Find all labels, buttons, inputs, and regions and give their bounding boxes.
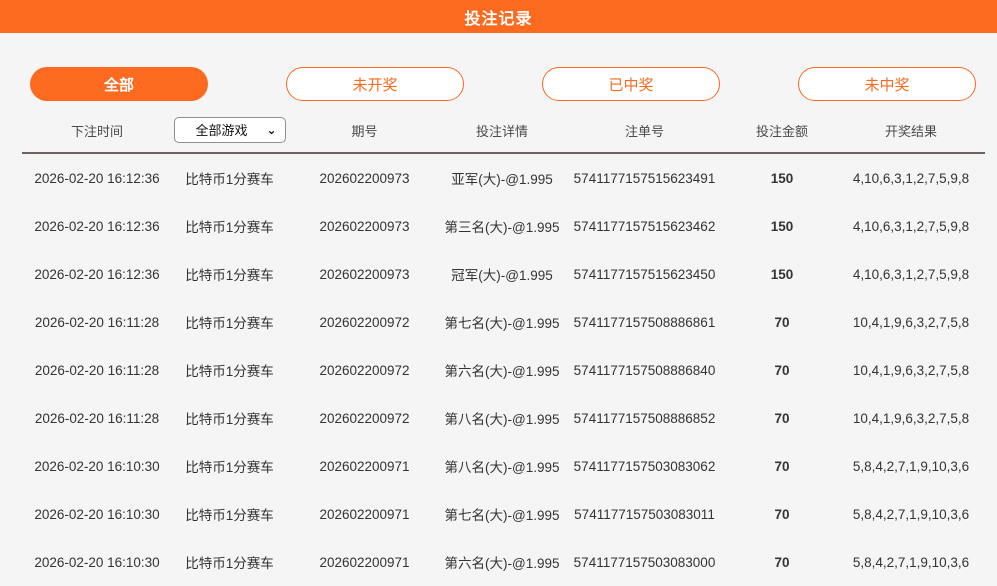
title-bar: 投注记录 [0,0,997,33]
cell-time: 2026-02-20 16:12:36 [34,266,160,282]
cell-time: 2026-02-20 16:12:36 [34,170,160,186]
cell-time: 2026-02-20 16:10:30 [34,506,160,522]
cell-period: 202602200971 [319,506,410,522]
cell-amount: 150 [770,170,794,186]
cell-game: 比特币1分赛车 [185,412,274,427]
filter-button-row: 全部 未开奖 已中奖 未中奖 [0,33,997,101]
column-header-amount: 投注金额 [727,111,837,154]
cell-period: 202602200973 [319,218,410,234]
cell-game: 比特币1分赛车 [185,364,274,379]
table-row: 2026-02-20 16:11:28 比特币1分赛车 202602200972… [22,298,985,346]
filter-won-button[interactable]: 已中奖 [542,67,720,101]
cell-order: 5741177157503083011 [574,506,715,522]
cell-result: 4,10,6,3,1,2,7,5,9,8 [852,266,970,282]
cell-game: 比特币1分赛车 [185,220,274,235]
cell-period: 202602200972 [319,314,410,330]
cell-detail: 第七名(大)-@1.995 [444,316,560,331]
cell-period: 202602200973 [319,266,410,282]
cell-result: 10,4,1,9,6,3,2,7,5,8 [852,362,970,378]
filter-undrawn-button[interactable]: 未开奖 [286,67,464,101]
table-row: 2026-02-20 16:10:30 比特币1分赛车 202602200971… [22,442,985,490]
cell-amount: 70 [774,458,790,474]
cell-detail: 第八名(大)-@1.995 [444,412,560,427]
table-row: 2026-02-20 16:11:28 比特币1分赛车 202602200972… [22,394,985,442]
cell-order: 5741177157503083000 [573,554,716,570]
cell-period: 202602200973 [319,170,410,186]
cell-time: 2026-02-20 16:11:28 [34,362,160,378]
cell-amount: 70 [774,506,790,522]
cell-time: 2026-02-20 16:12:36 [34,218,160,234]
cell-order: 5741177157515623462 [573,218,716,234]
column-header-order: 注单号 [562,111,727,154]
cell-amount: 70 [774,314,790,330]
bet-records-table: 下注时间 全部游戏 ⌄ 期号 投注详情 注单号 投注金额 开奖结果 2026-0… [22,111,985,586]
game-filter-select[interactable]: 全部游戏 [173,117,286,143]
filter-all-button[interactable]: 全部 [30,67,208,101]
cell-amount: 150 [770,218,794,234]
table-row: 2026-02-20 16:12:36 比特币1分赛车 202602200973… [22,153,985,202]
cell-order: 5741177157515623491 [573,170,716,186]
page-title: 投注记录 [464,10,533,28]
cell-order: 5741177157508886852 [573,410,716,426]
cell-game: 比特币1分赛车 [185,508,274,523]
cell-result: 4,10,6,3,1,2,7,5,9,8 [852,170,970,186]
cell-order: 5741177157508886840 [573,362,716,378]
column-header-result: 开奖结果 [837,111,985,154]
column-header-game: 全部游戏 ⌄ [172,111,287,154]
cell-amount: 70 [774,554,790,570]
cell-detail: 冠军(大)-@1.995 [451,268,553,283]
table-row: 2026-02-20 16:10:30 比特币1分赛车 202602200971… [22,490,985,538]
cell-detail: 第三名(大)-@1.995 [444,220,560,235]
cell-period: 202602200972 [319,362,410,378]
cell-period: 202602200971 [319,458,410,474]
cell-result: 10,4,1,9,6,3,2,7,5,8 [852,410,970,426]
table-header-row: 下注时间 全部游戏 ⌄ 期号 投注详情 注单号 投注金额 开奖结果 [22,111,985,154]
cell-game: 比特币1分赛车 [185,556,274,571]
column-header-time: 下注时间 [22,111,172,154]
cell-result: 4,10,6,3,1,2,7,5,9,8 [852,218,970,234]
cell-result: 10,4,1,9,6,3,2,7,5,8 [852,314,970,330]
table-row: 2026-02-20 16:12:36 比特币1分赛车 202602200973… [22,202,985,250]
cell-detail: 第六名(大)-@1.995 [444,364,560,379]
cell-period: 202602200972 [319,410,410,426]
cell-game: 比特币1分赛车 [185,268,274,283]
cell-order: 5741177157503083062 [573,458,716,474]
cell-detail: 第六名(大)-@1.995 [444,556,560,571]
table-row: 2026-02-20 16:11:28 比特币1分赛车 202602200972… [22,346,985,394]
cell-result: 5,8,4,2,7,1,9,10,3,6 [852,554,970,570]
cell-time: 2026-02-20 16:11:28 [34,314,160,330]
cell-time: 2026-02-20 16:10:30 [34,554,160,570]
cell-time: 2026-02-20 16:10:30 [34,458,160,474]
cell-period: 202602200971 [319,554,410,570]
cell-amount: 70 [774,410,790,426]
cell-game: 比特币1分赛车 [185,316,274,331]
cell-detail: 第八名(大)-@1.995 [444,460,560,475]
filter-lost-button[interactable]: 未中奖 [798,67,976,101]
cell-time: 2026-02-20 16:11:28 [34,410,160,426]
cell-detail: 亚军(大)-@1.995 [451,172,553,187]
cell-game: 比特币1分赛车 [185,172,274,187]
cell-amount: 150 [770,266,794,282]
cell-amount: 70 [774,362,790,378]
cell-order: 5741177157508886861 [573,314,716,330]
table-row: 2026-02-20 16:10:30 比特币1分赛车 202602200971… [22,538,985,586]
cell-detail: 第七名(大)-@1.995 [444,508,560,523]
column-header-period: 期号 [287,111,442,154]
cell-result: 5,8,4,2,7,1,9,10,3,6 [852,506,970,522]
cell-result: 5,8,4,2,7,1,9,10,3,6 [852,458,970,474]
game-filter-wrapper: 全部游戏 ⌄ [173,117,286,143]
cell-order: 5741177157515623450 [573,266,716,282]
column-header-detail: 投注详情 [442,111,562,154]
table-row: 2026-02-20 16:12:36 比特币1分赛车 202602200973… [22,250,985,298]
cell-game: 比特币1分赛车 [185,460,274,475]
